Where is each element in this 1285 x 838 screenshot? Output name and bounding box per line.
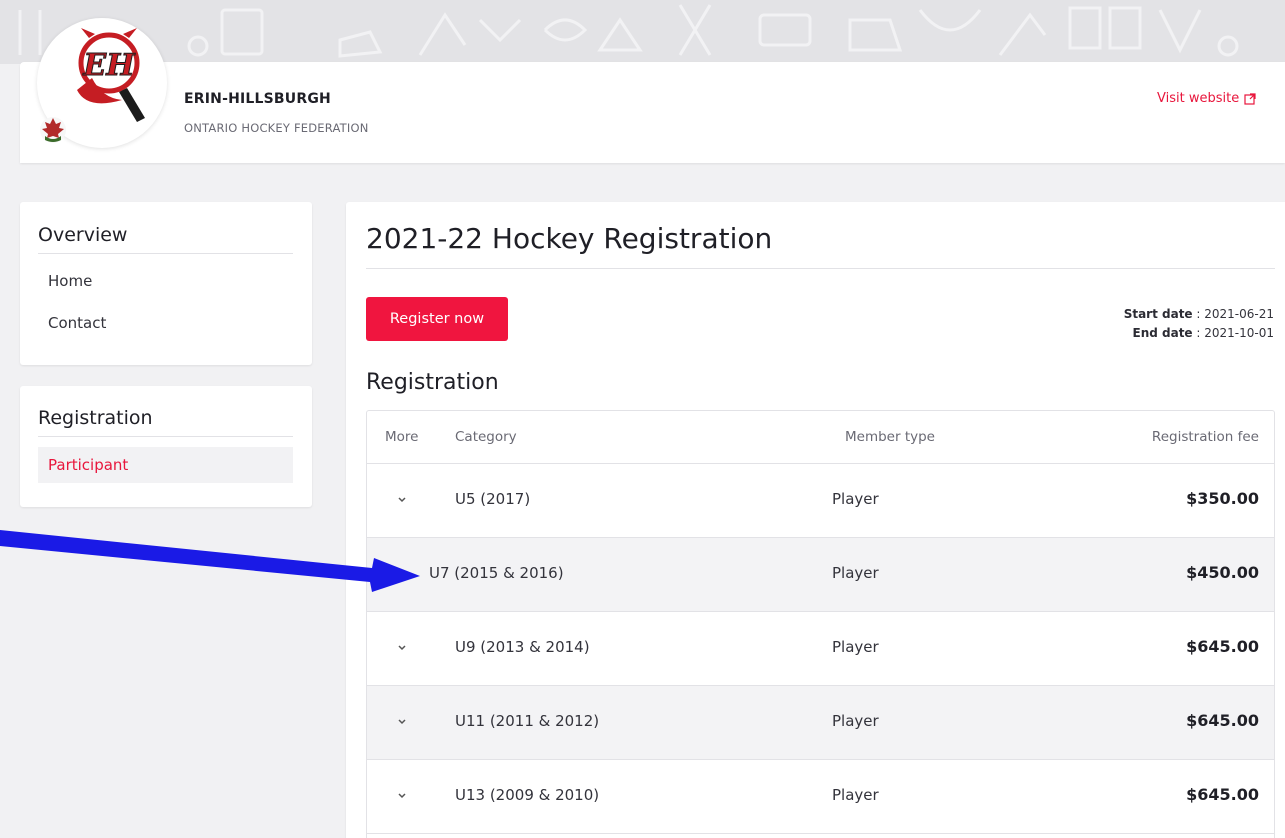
row-fee: $350.00 — [1186, 489, 1259, 508]
team-logo-icon: EH — [40, 28, 145, 143]
end-date-value: 2021-10-01 — [1204, 326, 1274, 340]
row-fee: $450.00 — [1186, 563, 1259, 582]
sidebar-item-home[interactable]: Home — [48, 272, 92, 290]
external-link-icon — [1244, 92, 1256, 105]
sidebar-item-participant[interactable]: Participant — [38, 447, 293, 483]
organization-name: ERIN-HILLSBURGH — [184, 91, 331, 107]
header-member-type: Member type — [845, 429, 935, 445]
logo-text: EH — [82, 48, 136, 83]
row-member-type: Player — [832, 786, 879, 804]
sidebar-registration-card: Registration Participant — [20, 386, 312, 507]
sidebar-divider — [38, 253, 293, 254]
row-fee: $645.00 — [1186, 785, 1259, 804]
visit-website-link[interactable]: Visit website — [1157, 91, 1256, 106]
sidebar-divider — [38, 436, 293, 437]
row-category: U13 (2009 & 2010) — [455, 786, 600, 804]
row-fee: $645.00 — [1186, 637, 1259, 656]
table-row[interactable]: U5 (2017) Player $350.00 — [367, 464, 1274, 538]
start-date-line: Start date : 2021-06-21 — [1123, 307, 1274, 321]
arrow-annotation-icon — [0, 530, 420, 592]
row-member-type: Player — [832, 490, 879, 508]
header-more: More — [385, 429, 419, 445]
table-row[interactable]: U9 (2013 & 2014) Player $645.00 — [367, 612, 1274, 686]
registration-section-title: Registration — [366, 370, 499, 395]
header-category: Category — [455, 429, 517, 445]
row-member-type: Player — [832, 564, 879, 582]
table-header: More Category Member type Registration f… — [367, 411, 1274, 464]
register-now-button[interactable]: Register now — [366, 297, 508, 341]
chevron-down-icon[interactable] — [395, 640, 409, 654]
start-date-label: Start date — [1123, 307, 1193, 321]
chevron-down-icon[interactable] — [395, 492, 409, 506]
organization-logo: EH — [37, 18, 167, 148]
chevron-down-icon[interactable] — [395, 788, 409, 802]
header-registration-fee: Registration fee — [1151, 429, 1259, 445]
sidebar-registration-title: Registration — [38, 407, 153, 429]
registration-table: More Category Member type Registration f… — [366, 410, 1275, 838]
row-member-type: Player — [832, 638, 879, 656]
table-row[interactable]: U11 (2011 & 2012) Player $645.00 — [367, 686, 1274, 760]
row-category: U9 (2013 & 2014) — [455, 638, 590, 656]
sidebar-item-contact[interactable]: Contact — [48, 314, 106, 332]
row-member-type: Player — [832, 712, 879, 730]
table-row[interactable]: U7 (2015 & 2016) Player $450.00 — [367, 538, 1274, 612]
row-category: U7 (2015 & 2016) — [429, 564, 564, 582]
page-title: 2021-22 Hockey Registration — [366, 222, 773, 255]
row-category: U5 (2017) — [455, 490, 531, 508]
chevron-down-icon[interactable] — [395, 714, 409, 728]
table-row[interactable]: U13 (2009 & 2010) Player $645.00 — [367, 760, 1274, 834]
start-date-value: 2021-06-21 — [1204, 307, 1274, 321]
title-divider — [366, 268, 1275, 269]
row-fee: $645.00 — [1186, 711, 1259, 730]
federation-name: ONTARIO HOCKEY FEDERATION — [184, 121, 369, 135]
sidebar-overview-title: Overview — [38, 224, 128, 246]
end-date-line: End date : 2021-10-01 — [1132, 326, 1275, 340]
registration-dates: Start date : 2021-06-21 End date : 2021-… — [1124, 305, 1274, 343]
header-banner — [0, 0, 1285, 64]
sidebar-overview-card: Overview Home Contact — [20, 202, 312, 365]
organization-card — [20, 62, 1285, 163]
row-category: U11 (2011 & 2012) — [455, 712, 600, 730]
banner-pattern — [18, 4, 1239, 58]
end-date-label: End date — [1132, 326, 1193, 340]
visit-website-label: Visit website — [1157, 91, 1240, 106]
